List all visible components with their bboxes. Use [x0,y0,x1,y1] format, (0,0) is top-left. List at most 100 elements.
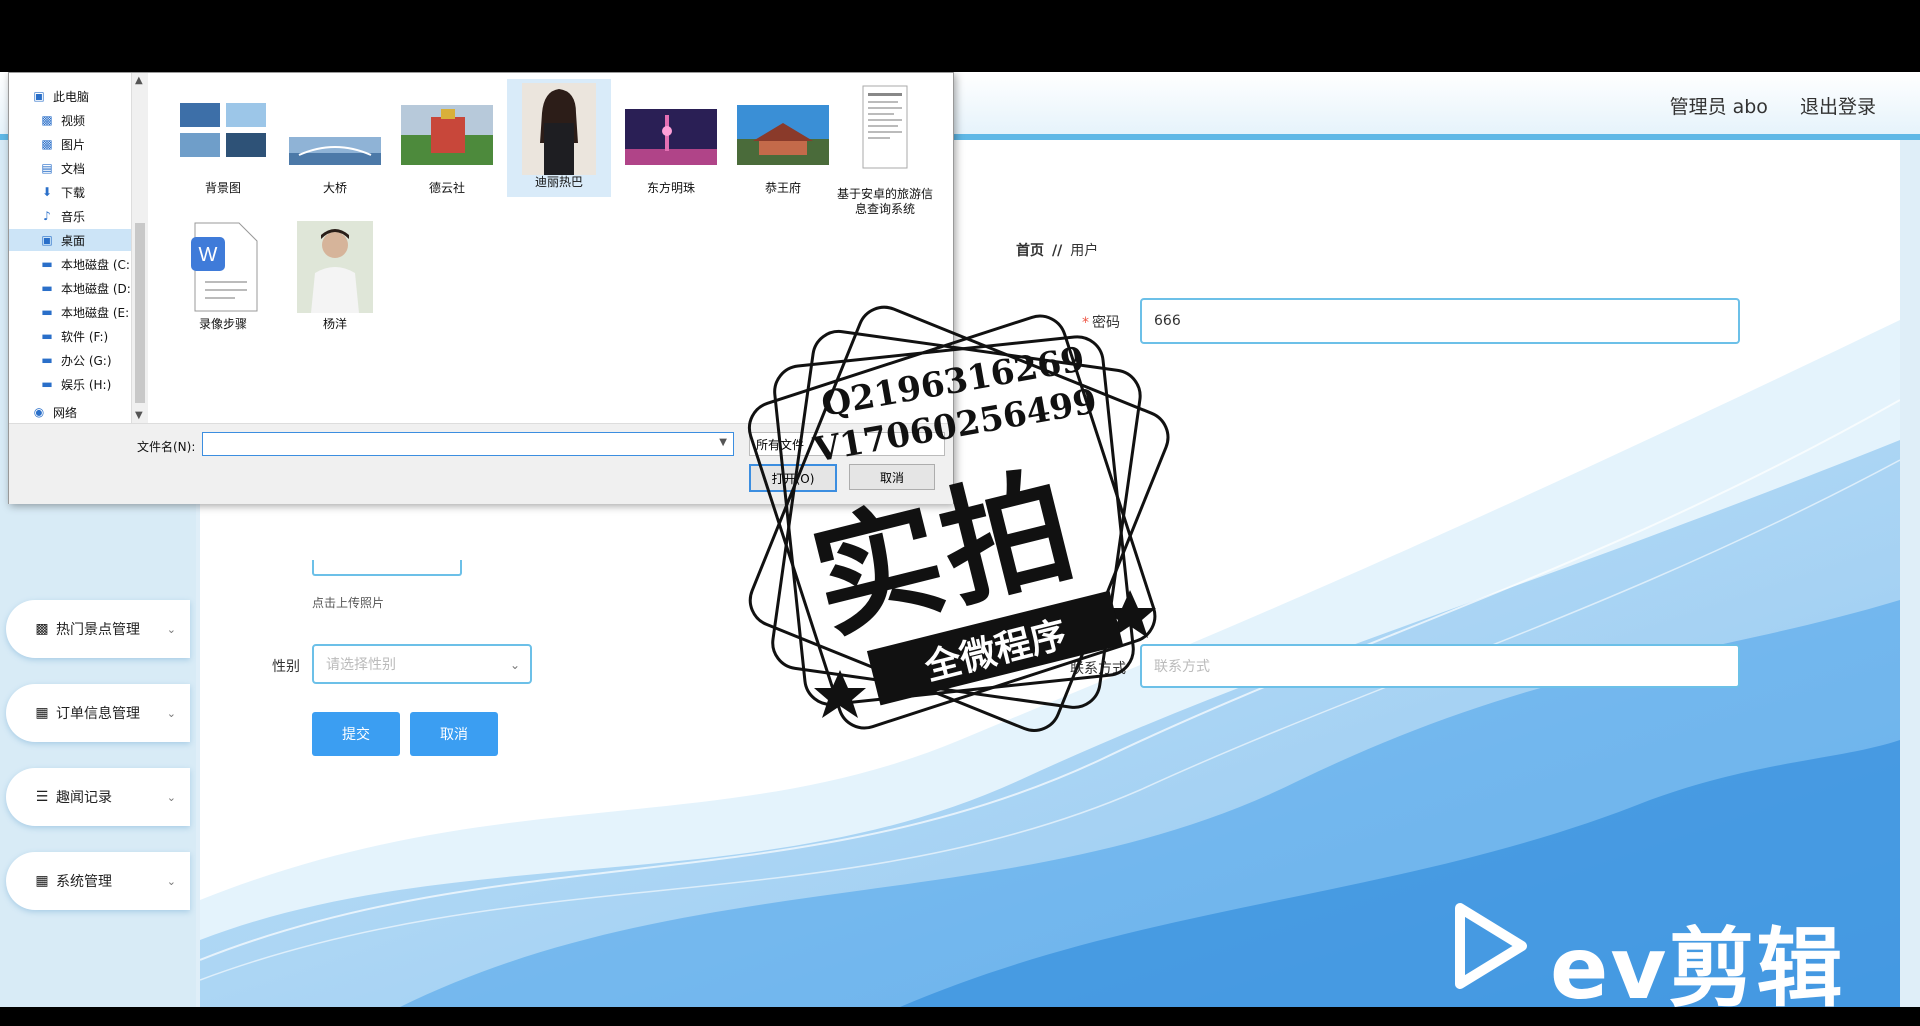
upload-tip: 点击上传照片 [312,596,385,610]
drive-icon: ▬ [41,377,53,391]
music-icon: ♪ [43,209,51,223]
file-item[interactable]: 东方明珠 [619,85,723,203]
file-item[interactable]: 德云社 [395,85,499,203]
tree-item-label: 本地磁盘 (E: [61,305,130,320]
tree-item-desktop[interactable]: ▣ 桌面 [9,229,139,251]
drive-icon: ▬ [41,281,53,295]
letterbox-top [0,0,1920,72]
filename-input[interactable]: ▼ [202,432,734,456]
tree-scrollbar[interactable]: ▲ ▼ [131,73,148,423]
tree-item-music[interactable]: ♪ 音乐 [39,205,169,227]
scroll-down-icon[interactable]: ▼ [135,410,143,421]
drive-icon: ▬ [41,329,53,343]
tree-item-drive-g[interactable]: ▬ 办公 (G:) [39,349,169,371]
image-thumbnail [289,137,381,165]
sidebar-item-anecdotes[interactable]: ☰ 趣闻记录 ⌄ [6,768,190,826]
file-name: 录像步骤 [198,317,247,331]
chevron-down-icon: ⌄ [166,874,176,888]
tree-item-videos[interactable]: ▩ 视频 [39,109,169,131]
list-icon: ☰ [35,789,49,805]
letterbox-bottom [0,1007,1920,1026]
tree-item-drive-f[interactable]: ▬ 软件 (F:) [39,325,169,347]
tree-item-documents[interactable]: ▤ 文档 [39,157,169,179]
gender-select[interactable]: 请选择性别 ⌄ [312,644,532,684]
picture-icon: ▩ [41,137,53,151]
tree-item-label: 视频 [61,113,86,128]
header-user-area: 管理员 abo 退出登录 [1644,92,1876,119]
contact-input[interactable]: 联系方式 [1140,644,1740,688]
tree-item-label: 软件 (F:) [61,329,109,344]
drive-icon: ▬ [41,305,53,319]
image-thumbnail [297,221,373,313]
stamp-watermark: Q2196316269 V17060256499 实拍 全微程序 [720,290,1200,790]
file-item[interactable]: 大桥 [283,85,387,203]
folder-tree: ▣ 此电脑 ▩ 视频 ▩ 图片 ▤ 文档 ⬇ 下载 ♪ 音乐 ▣ 桌面 ▬ 本地磁盘 (C: ▬… [9,73,148,423]
chevron-down-icon: ⌄ [166,622,176,636]
tree-item-label: 娱乐 (H:) [61,377,112,392]
logout-link[interactable]: 退出登录 [1800,96,1876,118]
scrollbar-thumb[interactable] [135,223,145,403]
file-item[interactable]: W 录像步骤 [171,221,275,339]
tree-item-label: 音乐 [61,209,86,224]
sidebar-item-label: 系统管理 [56,874,112,890]
document-icon: ▤ [41,161,53,175]
password-input[interactable]: 666 [1140,298,1740,344]
file-name: 大桥 [322,181,347,195]
download-icon: ⬇ [41,185,53,199]
admin-label: 管理员 abo [1669,96,1768,118]
breadcrumb-separator: // [1052,243,1063,259]
chevron-down-icon: ⌄ [166,706,176,720]
network-icon: ◉ [33,405,45,419]
grid-icon: ▦ [35,705,49,721]
tree-item-label: 本地磁盘 (D: [61,281,131,296]
tree-item-label: 网络 [53,405,78,420]
drive-icon: ▬ [41,257,53,271]
file-name: 基于安卓的旅游信息查询系统 [836,187,933,216]
sidebar-item-system[interactable]: ▦ 系统管理 ⌄ [6,852,190,910]
tree-item-label: 下载 [61,185,86,200]
tree-item-pictures[interactable]: ▩ 图片 [39,133,169,155]
breadcrumb: 首页 // 用户 [1016,240,1098,260]
sidebar-item-orders[interactable]: ▦ 订单信息管理 ⌄ [6,684,190,742]
tree-item-downloads[interactable]: ⬇ 下载 [39,181,169,203]
tree-item-label: 本地磁盘 (C: [61,257,130,272]
tree-item-drive-d[interactable]: ▬ 本地磁盘 (D: [39,277,169,299]
gender-placeholder: 请选择性别 [326,657,396,673]
sidebar-item-label: 热门景点管理 [56,622,140,638]
upload-photo-button[interactable] [312,560,462,576]
image-thumbnail [625,109,717,165]
tree-item-drive-h[interactable]: ▬ 娱乐 (H:) [39,373,169,395]
ev-play-logo-icon [1455,903,1527,989]
wps-document-icon: W [191,222,258,312]
file-item[interactable]: 基于安卓的旅游信息查询系统 [833,85,937,216]
image-thumbnail [180,103,266,157]
tree-item-label: 图片 [61,137,86,152]
scroll-up-icon[interactable]: ▲ [135,75,143,86]
file-name: 德云社 [428,181,465,195]
tree-item-drive-c[interactable]: ▬ 本地磁盘 (C: [39,253,169,275]
file-name: 迪丽热巴 [534,175,583,189]
chevron-down-icon: ⌄ [166,790,176,804]
image-thumbnail [737,105,829,165]
file-item[interactable]: 杨洋 [283,221,387,339]
file-name: 背景图 [204,181,241,195]
submit-button[interactable]: 提交 [312,712,400,756]
image-thumbnail [401,105,493,165]
breadcrumb-current: 用户 [1070,243,1099,259]
computer-icon: ▣ [33,89,45,103]
video-icon: ▩ [41,113,53,127]
file-item-selected[interactable]: 迪丽热巴 [507,79,611,197]
tree-item-drive-e[interactable]: ▬ 本地磁盘 (E: [39,301,169,323]
chevron-down-icon: ⌄ [509,658,520,672]
file-name: 恭王府 [764,181,801,195]
filename-label: 文件名(N): [137,440,196,454]
sidebar-item-label: 趣闻记录 [56,790,112,806]
cancel-button[interactable]: 取消 [410,712,498,756]
file-item[interactable]: 恭王府 [731,85,835,203]
image-thumbnail [522,83,596,175]
file-item[interactable]: 背景图 [171,85,275,203]
sidebar-item-attractions[interactable]: ▩ 热门景点管理 ⌄ [6,600,190,658]
drive-icon: ▬ [41,353,53,367]
tree-item-label: 桌面 [61,233,86,248]
breadcrumb-home[interactable]: 首页 [1016,243,1044,259]
